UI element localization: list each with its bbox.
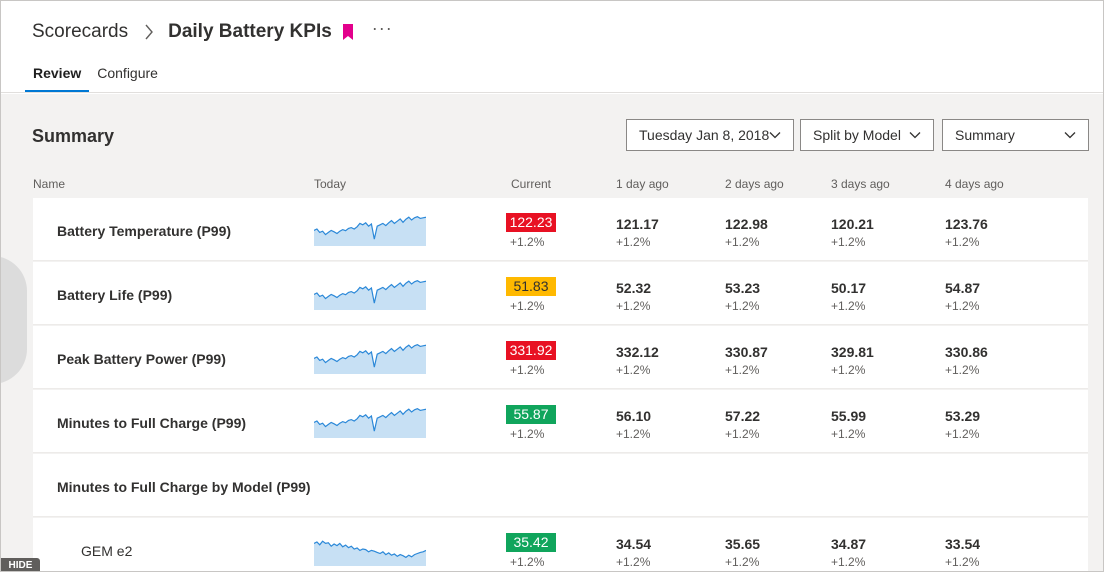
current-delta: +1.2% <box>510 363 545 377</box>
page-title: Daily Battery KPIs <box>168 21 332 42</box>
sparkline-chart <box>314 344 426 374</box>
value-4-days-ago: 53.29 <box>945 408 981 424</box>
value-4-days-ago: 33.54 <box>945 536 981 552</box>
value-1-day-ago: 56.10 <box>616 408 652 424</box>
chevron-down-icon <box>1064 132 1076 139</box>
table-row[interactable]: Minutes to Full Charge (P99) 55.87 +1.2%… <box>33 390 1088 453</box>
chevron-right-icon <box>138 21 160 43</box>
tab-configure[interactable]: Configure <box>89 59 166 92</box>
page-header: Scorecards Daily Battery KPIs ··· Review… <box>1 1 1103 93</box>
column-header-3-days-ago: 3 days ago <box>831 177 890 191</box>
table-row[interactable]: GEM e2 35.42 +1.2% 34.54 +1.2% 35.65 +1.… <box>33 518 1088 571</box>
delta-1-day-ago: +1.2% <box>616 363 651 377</box>
tab-bar: Review Configure <box>25 59 166 93</box>
column-header-today: Today <box>314 177 347 191</box>
delta-3-days-ago: +1.2% <box>831 363 866 377</box>
delta-4-days-ago: +1.2% <box>945 555 980 569</box>
model-name: GEM e2 <box>81 543 133 559</box>
column-header-current: Current <box>511 177 552 191</box>
delta-2-days-ago: +1.2% <box>725 427 760 441</box>
value-3-days-ago: 34.87 <box>831 536 867 552</box>
chevron-down-icon <box>769 132 781 139</box>
value-1-day-ago: 121.17 <box>616 216 659 232</box>
view-dropdown[interactable]: Summary <box>942 119 1089 151</box>
hide-button[interactable]: HIDE <box>1 558 40 571</box>
current-delta: +1.2% <box>510 299 545 313</box>
more-options-icon[interactable]: ··· <box>372 19 393 37</box>
current-value-badge: 51.83 <box>506 277 556 296</box>
current-value-badge: 122.23 <box>506 213 556 232</box>
group-name: Minutes to Full Charge by Model (P99) <box>57 479 311 495</box>
delta-4-days-ago: +1.2% <box>945 235 980 249</box>
delta-1-day-ago: +1.2% <box>616 427 651 441</box>
sparkline-chart <box>314 540 426 566</box>
value-4-days-ago: 54.87 <box>945 280 981 296</box>
summary-heading: Summary <box>32 126 115 146</box>
value-3-days-ago: 120.21 <box>831 216 874 232</box>
delta-2-days-ago: +1.2% <box>725 555 760 569</box>
delta-4-days-ago: +1.2% <box>945 299 980 313</box>
value-2-days-ago: 122.98 <box>725 216 768 232</box>
chevron-down-icon <box>909 132 921 139</box>
column-header-1-day-ago: 1 day ago <box>616 177 669 191</box>
delta-4-days-ago: +1.2% <box>945 363 980 377</box>
value-3-days-ago: 329.81 <box>831 344 874 360</box>
current-value-badge: 331.92 <box>506 341 556 360</box>
sparkline-chart <box>314 408 426 438</box>
metric-name: Peak Battery Power (P99) <box>57 351 226 367</box>
delta-1-day-ago: +1.2% <box>616 555 651 569</box>
value-1-day-ago: 52.32 <box>616 280 652 296</box>
scorecard-content: Summary Tuesday Jan 8, 2018 Split by Mod… <box>1 94 1103 571</box>
value-1-day-ago: 34.54 <box>616 536 652 552</box>
current-delta: +1.2% <box>510 235 545 249</box>
delta-1-day-ago: +1.2% <box>616 235 651 249</box>
value-2-days-ago: 330.87 <box>725 344 768 360</box>
delta-2-days-ago: +1.2% <box>725 299 760 313</box>
delta-1-day-ago: +1.2% <box>616 299 651 313</box>
side-handle[interactable] <box>1 256 27 384</box>
column-header-name: Name <box>33 177 66 191</box>
delta-3-days-ago: +1.2% <box>831 235 866 249</box>
value-2-days-ago: 35.65 <box>725 536 761 552</box>
table-row[interactable]: Peak Battery Power (P99) 331.92 +1.2% 33… <box>33 326 1088 389</box>
current-value-badge: 35.42 <box>506 533 556 552</box>
value-2-days-ago: 53.23 <box>725 280 761 296</box>
table-row[interactable]: Battery Temperature (P99) 122.23 +1.2% 1… <box>33 198 1088 261</box>
sparkline-chart <box>314 280 426 310</box>
delta-3-days-ago: +1.2% <box>831 555 866 569</box>
current-delta: +1.2% <box>510 555 545 569</box>
value-3-days-ago: 50.17 <box>831 280 867 296</box>
current-delta: +1.2% <box>510 427 545 441</box>
date-dropdown-value: Tuesday Jan 8, 2018 <box>639 127 770 143</box>
value-4-days-ago: 123.76 <box>945 216 988 232</box>
metric-name: Battery Temperature (P99) <box>57 223 232 239</box>
bookmark-icon[interactable] <box>342 24 354 40</box>
table-row[interactable]: Battery Life (P99) 51.83 +1.2% 52.32 +1.… <box>33 262 1088 325</box>
value-4-days-ago: 330.86 <box>945 344 988 360</box>
metric-name: Minutes to Full Charge (P99) <box>57 415 247 431</box>
view-dropdown-value: Summary <box>955 127 1015 143</box>
current-value-badge: 55.87 <box>506 405 556 424</box>
breadcrumb: Scorecards Daily Battery KPIs ··· <box>32 19 393 45</box>
date-dropdown[interactable]: Tuesday Jan 8, 2018 <box>626 119 794 151</box>
split-dropdown[interactable]: Split by Model <box>800 119 934 151</box>
value-3-days-ago: 55.99 <box>831 408 867 424</box>
split-dropdown-value: Split by Model <box>813 127 901 143</box>
group-header-row[interactable]: Minutes to Full Charge by Model (P99) <box>33 454 1088 517</box>
value-2-days-ago: 57.22 <box>725 408 761 424</box>
column-header-2-days-ago: 2 days ago <box>725 177 784 191</box>
app-frame: Scorecards Daily Battery KPIs ··· Review… <box>0 0 1104 572</box>
delta-2-days-ago: +1.2% <box>725 235 760 249</box>
column-header-4-days-ago: 4 days ago <box>945 177 1004 191</box>
breadcrumb-scorecards-link[interactable]: Scorecards <box>32 21 128 43</box>
delta-3-days-ago: +1.2% <box>831 299 866 313</box>
metric-name: Battery Life (P99) <box>57 287 173 303</box>
value-1-day-ago: 332.12 <box>616 344 659 360</box>
delta-2-days-ago: +1.2% <box>725 363 760 377</box>
delta-4-days-ago: +1.2% <box>945 427 980 441</box>
tab-review[interactable]: Review <box>25 59 90 92</box>
sparkline-chart <box>314 216 426 246</box>
delta-3-days-ago: +1.2% <box>831 427 866 441</box>
